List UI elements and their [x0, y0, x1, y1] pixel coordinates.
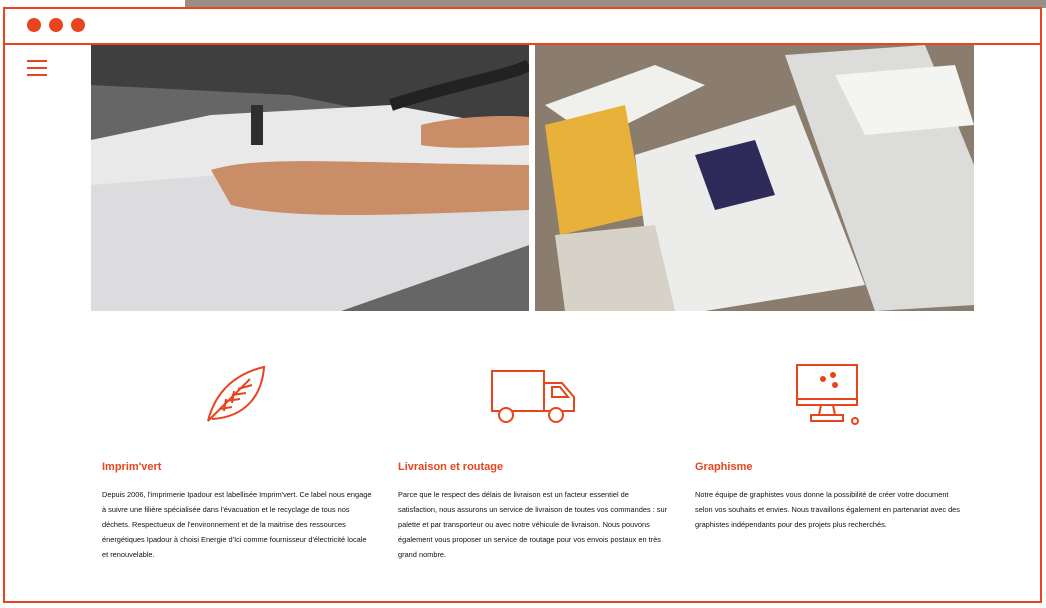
delivery-truck-icon: [488, 359, 578, 431]
feature-imprimvert: Imprim'vert Depuis 2006, l'imprimerie Ip…: [102, 359, 372, 562]
feature-graphisme: Graphisme Notre équipe de graphistes vou…: [695, 359, 965, 532]
feature-text: Depuis 2006, l'imprimerie Ipadour est la…: [102, 490, 372, 559]
window-control-dot[interactable]: [71, 18, 85, 32]
hamburger-menu-icon[interactable]: [27, 60, 47, 76]
printed-brochures-photo: [535, 45, 974, 311]
window-control-dot[interactable]: [27, 18, 41, 32]
printing-press-photo: [91, 45, 529, 311]
browser-window: Imprim'vert Depuis 2006, l'imprimerie Ip…: [3, 7, 1042, 603]
window-titlebar: [5, 9, 1040, 45]
feature-text: Parce que le respect des délais de livra…: [398, 490, 668, 559]
feature-text: Notre équipe de graphistes vous donne la…: [695, 490, 960, 529]
leaf-icon: [198, 359, 270, 431]
feature-title: Imprim'vert: [102, 461, 162, 473]
feature-livraison: Livraison et routage Parce que le respec…: [398, 359, 668, 562]
computer-monitor-icon: [793, 359, 865, 431]
window-control-dot[interactable]: [49, 18, 63, 32]
feature-title: Livraison et routage: [398, 461, 504, 473]
feature-title: Graphisme: [695, 461, 753, 473]
